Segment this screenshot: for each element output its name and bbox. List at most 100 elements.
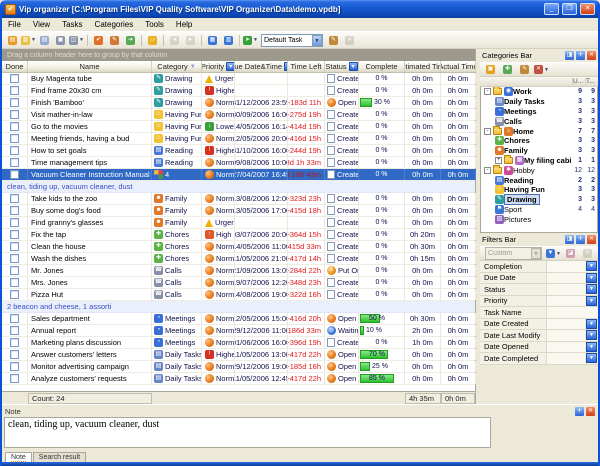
chevron-down-icon[interactable]: ▼	[544, 67, 549, 73]
clear-filter-button[interactable]: ◪	[563, 247, 578, 261]
view-grid-button[interactable]: ▦	[205, 33, 220, 47]
chevron-down-icon[interactable]: ▼	[586, 273, 597, 283]
table-row[interactable]: Clean the house✚ChoresNormal14/05/2006 1…	[2, 241, 475, 253]
column-header-priority[interactable]: Priority▼	[202, 61, 235, 72]
tree-toggle-icon[interactable]: +	[495, 157, 502, 164]
done-checkbox[interactable]	[10, 266, 19, 275]
category-tree-item-home[interactable]: -⌂Home77	[481, 126, 597, 136]
filter-preset-combo[interactable]: Custom▼	[485, 247, 542, 260]
done-checkbox[interactable]	[10, 290, 19, 299]
category-tree-item-hobby[interactable]: -✱Hobby1212	[481, 165, 597, 175]
done-checkbox[interactable]	[10, 314, 19, 323]
done-checkbox[interactable]	[10, 254, 19, 263]
col-uncompleted[interactable]: U...	[572, 78, 585, 85]
filter-dropdown-icon[interactable]: ▼	[226, 62, 235, 71]
filter-value[interactable]	[546, 307, 598, 318]
print-preview-button[interactable]: ◫▼	[69, 33, 84, 47]
chevron-down-icon[interactable]: ▼	[586, 296, 597, 306]
menu-file[interactable]: File	[2, 20, 27, 29]
done-checkbox[interactable]	[10, 362, 19, 371]
table-row[interactable]: Time management tips▤ReadingNormal09/08/…	[2, 157, 475, 169]
done-checkbox[interactable]	[10, 206, 19, 215]
title-bar[interactable]: ✔ Vip organizer [C:\Program Files\VIP Qu…	[2, 0, 598, 18]
close-icon[interactable]: ✕	[587, 235, 596, 244]
table-row[interactable]: Meeting friends, having a bud☺Having Fun…	[2, 133, 475, 145]
done-checkbox[interactable]	[10, 350, 19, 359]
dock-icon[interactable]: ◨	[565, 51, 574, 60]
chevron-down-icon[interactable]: ▼	[312, 35, 322, 46]
category-tree-item-reading[interactable]: ▤Reading22	[481, 175, 597, 185]
col-total[interactable]: T...	[585, 78, 598, 85]
filter-value[interactable]	[546, 330, 585, 341]
done-checkbox[interactable]	[10, 242, 19, 251]
table-row[interactable]: Annual report◔MeetingsNormal29/12/2006 1…	[2, 325, 475, 337]
done-checkbox[interactable]	[10, 170, 19, 179]
edit-category-button[interactable]: ✎	[517, 63, 532, 77]
table-row[interactable]: Buy Magenta tube✎DrawingUrgentCreated0 %…	[2, 73, 475, 85]
done-checkbox[interactable]	[10, 98, 19, 107]
minimize-button[interactable]: _	[544, 3, 559, 15]
chevron-down-icon[interactable]: ▼	[586, 330, 597, 340]
close-button[interactable]: ✕	[580, 3, 595, 15]
column-header-actual-time[interactable]: Actual Time	[441, 61, 476, 72]
table-row[interactable]: Marketing plans discussion◔MeetingsNorma…	[2, 337, 475, 349]
column-header-complete[interactable]: Complete	[359, 61, 405, 72]
complete-task-button[interactable]: ✔	[91, 33, 106, 47]
table-row[interactable]: Visit mather-in-law☺Having FunNormal30/0…	[2, 109, 475, 121]
pin-icon[interactable]: ✛	[576, 51, 585, 60]
done-checkbox[interactable]	[10, 338, 19, 347]
chevron-down-icon[interactable]: ▼	[79, 37, 84, 43]
done-checkbox[interactable]	[10, 110, 19, 119]
column-header-done[interactable]: Done	[2, 61, 28, 72]
done-checkbox[interactable]	[10, 218, 19, 227]
chevron-down-icon[interactable]: ▼	[586, 284, 597, 294]
table-row[interactable]: Mr. Jones☎CallsNormal21/09/2006 13:05-28…	[2, 265, 475, 277]
column-header-due-date-time[interactable]: Due Date&Time▼	[235, 61, 288, 72]
menu-help[interactable]: Help	[170, 20, 198, 29]
done-checkbox[interactable]	[10, 86, 19, 95]
table-row[interactable]: Finish 'Bamboo'✎DrawingNormal31/12/2006 …	[2, 97, 475, 109]
filter-value[interactable]	[546, 284, 585, 295]
category-tree-item-daily-tasks[interactable]: ▤Daily Tasks33	[481, 97, 597, 107]
new-category-button[interactable]: ▣	[483, 63, 498, 77]
table-row[interactable]: Sales department◔MeetingsNormal12/05/200…	[2, 313, 475, 325]
menu-tasks[interactable]: Tasks	[56, 20, 88, 29]
new-subcategory-button[interactable]: ✚	[500, 63, 515, 77]
task-note-row[interactable]: 2 beacon and cheese, 1 assorti	[2, 301, 475, 313]
table-row[interactable]: Answer customers' letters▤Daily Tasks!Hi…	[2, 349, 475, 361]
menu-view[interactable]: View	[27, 20, 56, 29]
chevron-down-icon[interactable]: ▼	[253, 37, 258, 43]
category-tree-item-meetings[interactable]: ◔Meetings33	[481, 107, 597, 117]
duplicate-task-button[interactable]: ▤	[37, 33, 52, 47]
table-row[interactable]: Go to the movies☺Having Fun↓Lowest14/05/…	[2, 121, 475, 133]
table-row[interactable]: Find granny's glasses☻FamilyUrgentCreate…	[2, 217, 475, 229]
category-tree-item-sport[interactable]: ⚑Sport44	[481, 205, 597, 215]
new-task-button[interactable]: ▤	[5, 33, 20, 47]
open-database-button[interactable]: ▱	[145, 33, 160, 47]
pin-icon[interactable]: ✛	[576, 235, 585, 244]
table-row[interactable]: Mrs. Jones☎CallsNormal19/07/2006 12:20-3…	[2, 277, 475, 289]
note-text[interactable]: clean, tiding up, vacuum cleaner, dust	[4, 417, 491, 448]
filter-value[interactable]	[546, 319, 585, 330]
chevron-down-icon[interactable]: ▼	[556, 251, 561, 257]
chevron-down-icon[interactable]: ▼	[586, 342, 597, 352]
chevron-down-icon[interactable]: ▼	[31, 37, 36, 43]
table-row[interactable]: How to set goals▤Reading!Highest31/10/20…	[2, 145, 475, 157]
category-tree-item-drawing[interactable]: ✎Drawing33	[481, 195, 597, 205]
print-button[interactable]: ▣	[53, 33, 68, 47]
table-row[interactable]: Wash the dishes✚ChoresNormal11/05/2006 2…	[2, 253, 475, 265]
delete-category-button[interactable]: ✕▼	[534, 63, 549, 77]
edit-task-button[interactable]: ✎	[107, 33, 122, 47]
column-header-name[interactable]: Name	[28, 61, 152, 72]
menu-categories[interactable]: Categories	[89, 20, 140, 29]
dock-icon[interactable]: ◨	[565, 235, 574, 244]
column-header-time-left[interactable]: Time Left	[288, 61, 325, 72]
done-checkbox[interactable]	[10, 134, 19, 143]
filter-value[interactable]	[546, 273, 585, 284]
filter-value[interactable]	[546, 296, 585, 307]
tree-toggle-icon[interactable]: -	[484, 128, 491, 135]
table-row[interactable]: Monitor advertising campaign▤Daily Tasks…	[2, 361, 475, 373]
done-checkbox[interactable]	[10, 122, 19, 131]
close-icon[interactable]: ✕	[586, 407, 595, 416]
tree-toggle-icon[interactable]: -	[484, 167, 491, 174]
